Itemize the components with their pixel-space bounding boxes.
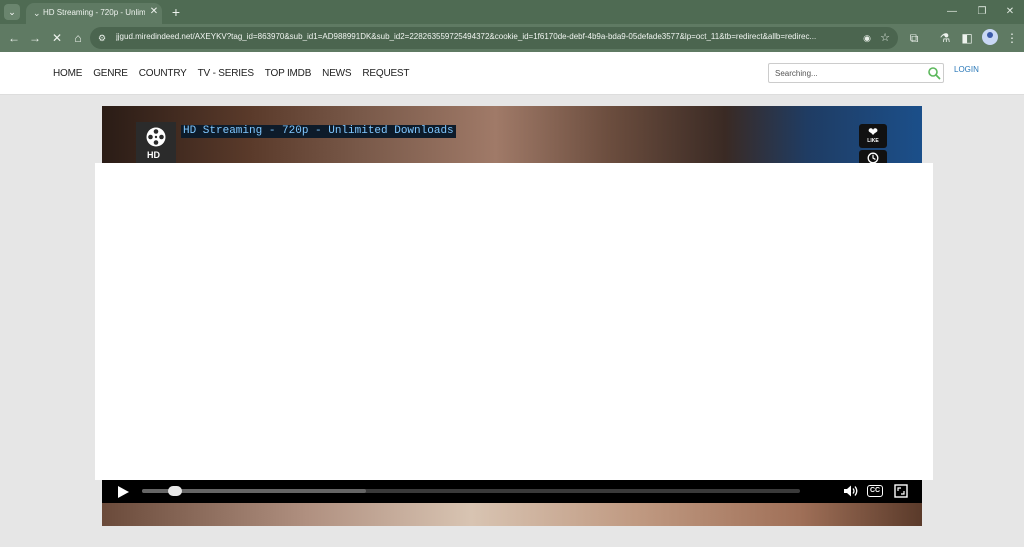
progress-track[interactable] [142,486,800,496]
login-link[interactable]: LOGIN [954,65,979,74]
play-icon[interactable] [116,485,130,499]
tab-search-button[interactable]: ⌄ [4,4,20,20]
player-video-frame [102,503,922,526]
tab-favicon-icon: ⌄ [33,8,41,18]
player-control-bar: CC [102,480,922,503]
window-close-button[interactable]: ✕ [1000,4,1020,20]
film-reel-icon [146,127,166,147]
site-header: HOME GENRE COUNTRY TV - SERIES TOP IMDb … [0,52,1024,95]
new-tab-button[interactable]: + [168,4,184,20]
nav-home[interactable]: HOME [53,68,82,79]
nav-news[interactable]: NEWS [322,68,351,79]
browser-tab-active[interactable]: ⌄ HD Streaming - 720p - Unlimi... ✕ [26,3,162,24]
nav-top-imdb[interactable]: TOP IMDb [265,68,312,79]
tracking-protection-icon[interactable]: ◉ [860,31,874,45]
extensions-icon[interactable]: ⧉ [906,30,922,46]
heart-icon: ❤ [867,125,879,139]
address-bar[interactable]: ⚙ jjgud.miredindeed.net/AXEYKV?tag_id=86… [90,27,898,49]
url-text[interactable]: jjgud.miredindeed.net/AXEYKV?tag_id=8639… [116,32,856,41]
hd-logo-text: HD [147,150,160,160]
player-title[interactable]: HD Streaming - 720p - Unlimited Download… [181,125,456,138]
home-button[interactable]: ⌂ [70,30,86,46]
profile-avatar[interactable] [982,29,998,45]
search-input[interactable] [775,67,925,80]
tab-title: HD Streaming - 720p - Unlimi... [43,8,145,17]
nav-genre[interactable]: GENRE [93,68,128,79]
side-panel-icon[interactable]: ◧ [959,30,975,46]
nav-tv-series[interactable]: TV - SERIES [198,68,254,79]
tab-close-icon[interactable]: ✕ [148,6,160,18]
like-label: LIKE [867,138,879,144]
window-minimize-button[interactable]: — [942,4,962,20]
search-box [768,63,944,83]
nav-country[interactable]: COUNTRY [139,68,187,79]
stop-loading-button[interactable]: ✕ [49,30,65,46]
browser-tabstrip: ⌄ ⌄ HD Streaming - 720p - Unlimi... ✕ + … [0,0,1024,24]
bookmark-star-icon[interactable]: ☆ [878,31,892,45]
captions-button[interactable]: CC [867,485,883,497]
search-icon[interactable] [927,66,941,80]
like-button[interactable]: ❤ LIKE [859,124,887,148]
forward-button[interactable]: → [27,30,43,46]
window-restore-button[interactable]: ❐ [972,4,992,20]
ad-overlay-panel[interactable] [95,163,933,480]
nav-request[interactable]: REQUEST [362,68,409,79]
browser-toolbar: ← → ✕ ⌂ ⚙ jjgud.miredindeed.net/AXEYKV?t… [0,24,1024,52]
volume-icon[interactable] [843,484,859,498]
fullscreen-icon[interactable] [894,484,908,498]
watch-later-button[interactable] [859,150,887,164]
browser-menu-icon[interactable]: ⋮ [1004,30,1020,46]
back-button[interactable]: ← [6,30,22,46]
progress-thumb[interactable] [168,486,183,496]
main-nav: HOME GENRE COUNTRY TV - SERIES TOP IMDb … [53,68,410,79]
labs-icon[interactable]: ⚗ [937,30,953,46]
site-info-icon[interactable]: ⚙ [98,32,110,44]
player-logo: HD [136,122,176,164]
